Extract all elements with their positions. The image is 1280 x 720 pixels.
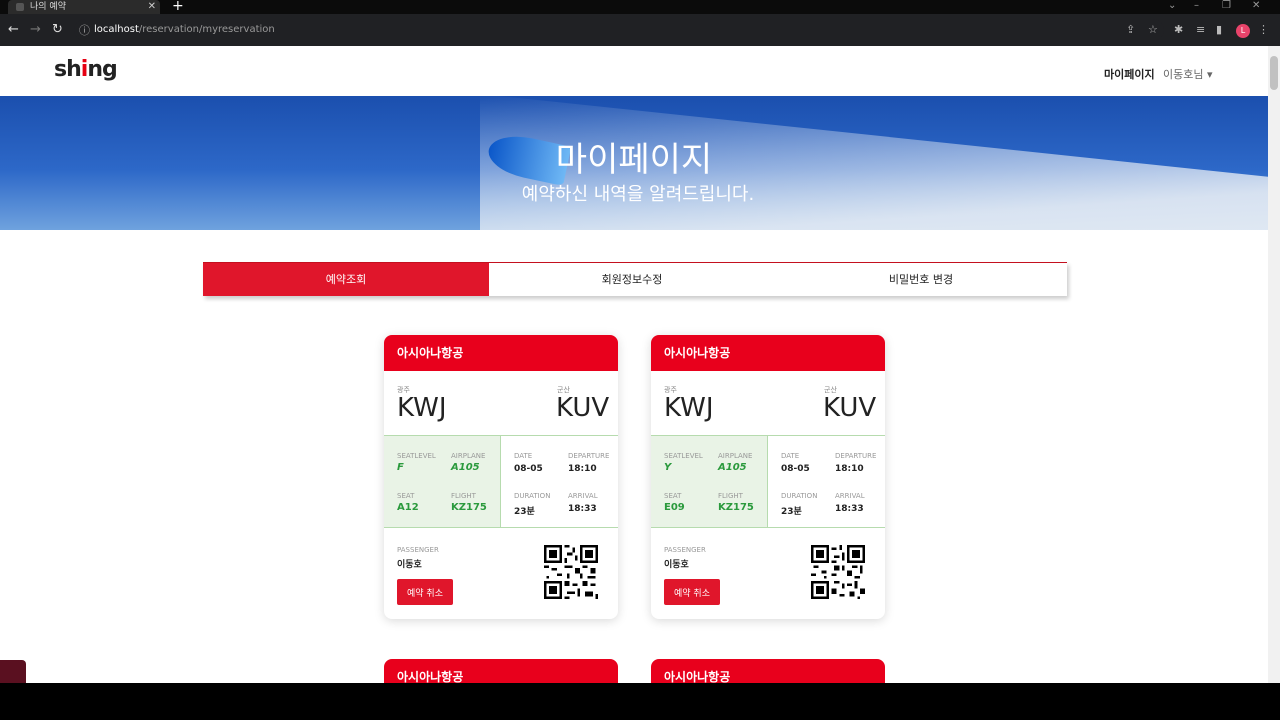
date-label: DATE [781,452,800,460]
tab-search-icon[interactable]: ⌄ [1168,0,1176,11]
airline-name: 아시아나항공 [384,335,618,371]
seat-info-panel: SEATLEVEL F AIRPLANE A105 SEAT A12 FLIGH… [384,435,501,528]
flight-label: FLIGHT [718,492,743,500]
tab-edit-member-info[interactable]: 회원정보수정 [489,263,775,296]
scrollbar-thumb[interactable] [1270,56,1278,90]
passenger-name: 이동호 [397,560,422,570]
airplane-value: A105 [718,462,747,473]
site-logo[interactable]: shing [54,57,118,82]
date-value: 08-05 [514,464,543,474]
schedule-info-panel: DATE 08-05 DEPARTURE 18:10 DURATION 23분 … [501,435,618,528]
hero-subtitle: 예약하신 내역을 알려드립니다. [521,184,755,205]
tab-close-icon[interactable]: ✕ [148,0,156,14]
arrival-value: 18:33 [835,504,864,514]
browser-tab[interactable]: 나의 예약 ✕ [8,0,160,14]
hero-banner: 마이페이지 예약하신 내역을 알려드립니다. [0,96,1268,230]
divider [384,527,501,528]
qr-code-icon [811,545,865,599]
address-bar[interactable]: ⓘ localhost/reservation/myreservation [74,19,1164,41]
seatlevel-value: F [397,462,404,473]
nav-mypage-link[interactable]: 마이페이지 [1104,66,1155,82]
browser-menu-icon[interactable]: ⋮ [1258,23,1269,36]
passenger-label: PASSENGER [664,546,706,554]
minimize-icon[interactable]: – [1194,0,1199,11]
destination-code: KUV [823,393,877,423]
date-value: 08-05 [781,464,810,474]
extensions-icon[interactable]: ✱ [1174,23,1183,36]
departure-label: DEPARTURE [568,452,610,460]
airplane-value: A105 [451,462,480,473]
side-panel-icon[interactable]: ▮ [1216,23,1222,36]
share-icon[interactable]: ⇪ [1126,23,1135,36]
seat-label: SEAT [397,492,415,500]
browser-toolbar: ← → ↻ ⓘ localhost/reservation/myreservat… [0,14,1280,46]
bookmark-star-icon[interactable]: ☆ [1148,23,1158,36]
destination-code: KUV [556,393,610,423]
ticket-card-header: 아시아나항공 [651,659,885,683]
date-label: DATE [514,452,533,460]
seat-info-panel: SEATLEVEL Y AIRPLANE A105 SEAT E09 FLIGH… [651,435,768,528]
seat-value: A12 [397,502,419,513]
duration-label: DURATION [781,492,818,500]
ticket-card: 아시아나항공 광주 KWJ 군산 KUV SEATLEVEL Y AIRPLAN… [651,335,885,619]
arrival-value: 18:33 [568,504,597,514]
bottom-bar [0,683,1280,720]
passenger-label: PASSENGER [397,546,439,554]
origin-code: KWJ [397,393,447,423]
seatlevel-value: Y [664,462,672,473]
seatlevel-label: SEATLEVEL [664,452,703,460]
mypage-tabs: 예약조회 회원정보수정 비밀번호 변경 [203,262,1067,296]
arrival-label: ARRIVAL [835,492,865,500]
page-scrollbar[interactable] [1268,46,1280,683]
duration-value: 23분 [781,507,802,517]
seat-label: SEAT [664,492,682,500]
new-tab-icon[interactable]: + [172,0,184,14]
duration-label: DURATION [514,492,551,500]
page-viewport: shing 마이페이지 이동호님 ▾ 마이페이지 예약하신 내역을 알려드립니다… [0,46,1280,683]
url-text[interactable]: localhost/reservation/myreservation [94,24,275,35]
duration-value: 23분 [514,507,535,517]
favicon-icon [16,3,24,11]
airline-name: 아시아나항공 [651,335,885,371]
arrival-label: ARRIVAL [568,492,598,500]
reload-icon[interactable]: ↻ [52,22,63,37]
flight-value: KZ175 [451,502,487,513]
ticket-card-header: 아시아나항공 [384,659,618,683]
airplane-label: AIRPLANE [451,452,486,460]
cancel-reservation-button[interactable]: 예약 취소 [397,579,453,605]
divider [651,527,768,528]
profile-avatar[interactable]: L [1236,24,1250,38]
restore-icon[interactable]: ❐ [1222,0,1231,11]
ticket-card: 아시아나항공 광주 KWJ 군산 KUV SEATLEVEL F AIRPLAN… [384,335,618,619]
airplane-label: AIRPLANE [718,452,753,460]
flight-value: KZ175 [718,502,754,513]
tab-reservation-lookup[interactable]: 예약조회 [203,263,489,296]
forward-icon[interactable]: → [30,22,41,37]
schedule-info-panel: DATE 08-05 DEPARTURE 18:10 DURATION 23분 … [768,435,885,528]
origin-code: KWJ [664,393,714,423]
reading-list-icon[interactable]: ≡ [1196,23,1205,36]
qr-code-icon [544,545,598,599]
seatlevel-label: SEATLEVEL [397,452,436,460]
back-icon[interactable]: ← [8,22,19,37]
cancel-reservation-button[interactable]: 예약 취소 [664,579,720,605]
departure-value: 18:10 [568,464,597,474]
departure-value: 18:10 [835,464,864,474]
browser-tabbar: 나의 예약 ✕ + ⌄ – ❐ ✕ [0,0,1280,14]
user-dropdown[interactable]: 이동호님 ▾ [1163,66,1213,82]
site-header: shing 마이페이지 이동호님 ▾ [0,46,1268,96]
site-info-icon[interactable]: ⓘ [79,22,90,38]
seat-value: E09 [664,502,685,513]
tab-title: 나의 예약 [30,2,66,12]
close-window-icon[interactable]: ✕ [1252,0,1260,11]
departure-label: DEPARTURE [835,452,877,460]
hero-title: 마이페이지 [555,140,713,180]
floating-widget-icon[interactable] [0,660,26,683]
passenger-name: 이동호 [664,560,689,570]
flight-label: FLIGHT [451,492,476,500]
tab-change-password[interactable]: 비밀번호 변경 [775,263,1067,296]
